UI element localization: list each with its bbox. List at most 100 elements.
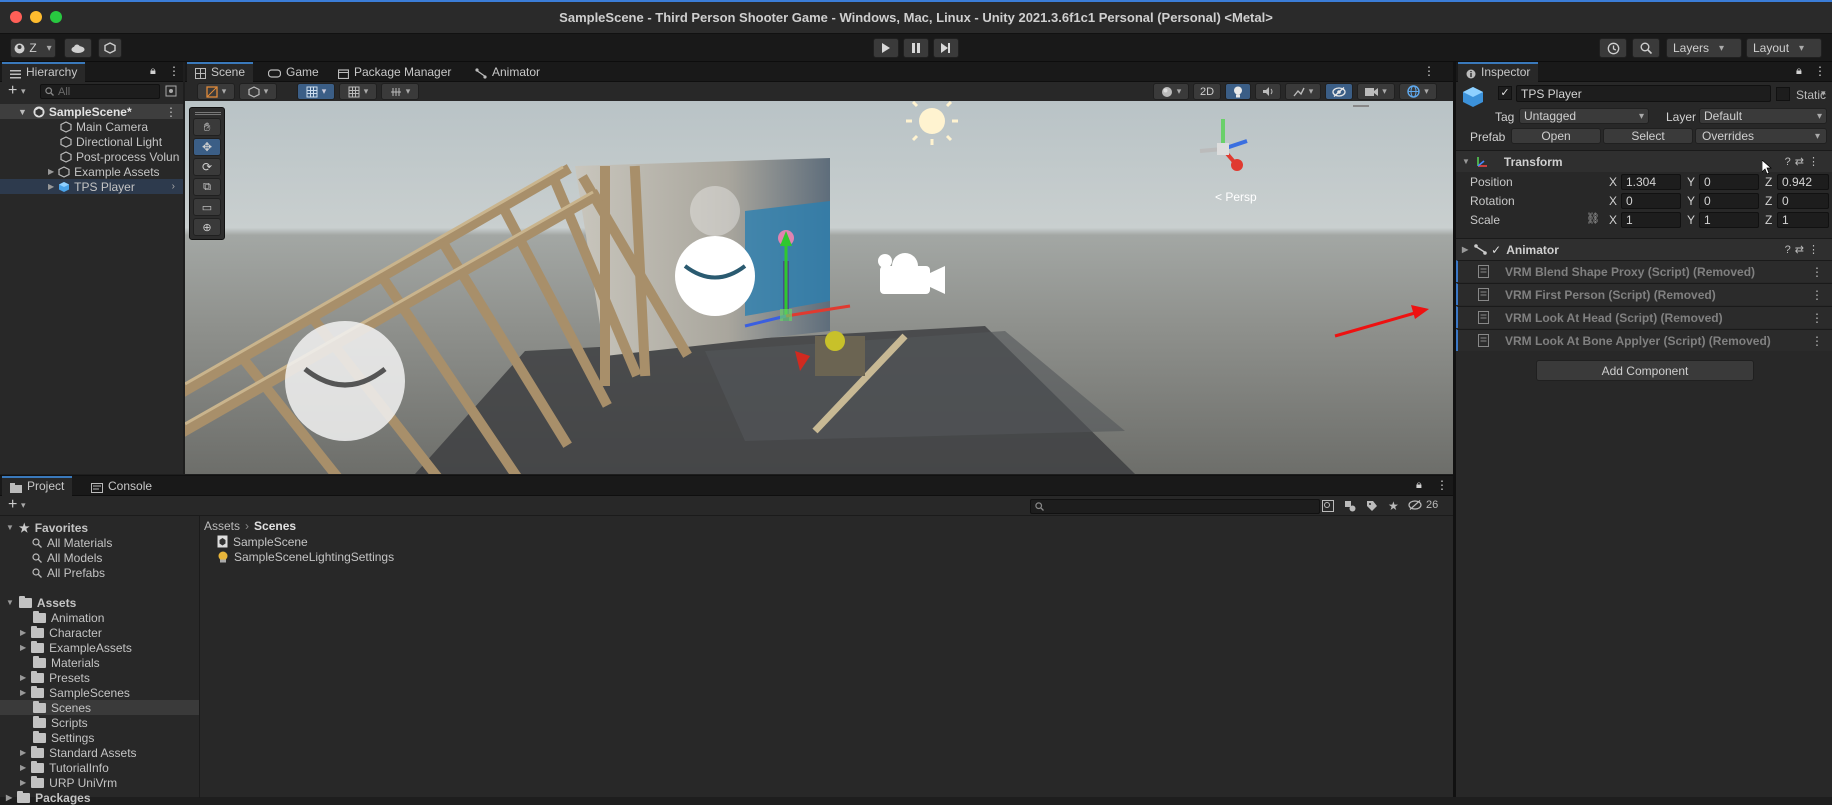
add-icon[interactable]: + bbox=[8, 496, 17, 514]
scale-z-label[interactable]: Z bbox=[1765, 213, 1772, 227]
breadcrumb-root[interactable]: Assets bbox=[204, 519, 240, 533]
expand-arrow-icon[interactable]: ▶ bbox=[20, 748, 26, 757]
prefab-select-button[interactable]: Select bbox=[1603, 128, 1693, 144]
drag-handle[interactable] bbox=[195, 112, 221, 115]
hierarchy-item[interactable]: Post-process Volun bbox=[60, 149, 179, 164]
rotation-x-field[interactable]: 0 bbox=[1621, 193, 1681, 209]
removed-component[interactable]: VRM First Person (Script) (Removed) ⋮ bbox=[1456, 283, 1832, 305]
position-z-label[interactable]: Z bbox=[1765, 175, 1772, 189]
audio-toggle[interactable] bbox=[1255, 83, 1281, 100]
grid-snap-toggle[interactable]: ▾ bbox=[297, 83, 335, 100]
object-name-field[interactable]: TPS Player bbox=[1516, 85, 1771, 102]
scene-viewport[interactable]: < Persp ✋︎ ✥ ⟳ ⧉ ▭ ⊕ bbox=[185, 101, 1453, 474]
rotation-y-field[interactable]: 0 bbox=[1699, 193, 1759, 209]
eye-slash-icon[interactable] bbox=[1408, 500, 1422, 510]
expand-arrow-icon[interactable]: ▶ bbox=[1462, 245, 1468, 254]
add-icon[interactable]: + bbox=[8, 82, 17, 100]
position-x-field[interactable]: 1.304 bbox=[1621, 174, 1681, 190]
rotation-x-label[interactable]: X bbox=[1609, 194, 1617, 208]
hierarchy-item-selected[interactable]: ▶ TPS Player › bbox=[0, 179, 183, 194]
lock-icon[interactable]: 🔒︎ bbox=[1796, 65, 1802, 78]
more-icon[interactable]: ⋮ bbox=[1811, 334, 1823, 348]
more-icon[interactable]: ⋮ bbox=[168, 64, 180, 78]
rotation-y-label[interactable]: Y bbox=[1687, 194, 1695, 208]
rotate-tool-button[interactable]: ⟳ bbox=[193, 158, 221, 176]
expand-arrow-icon[interactable]: ▶ bbox=[20, 643, 26, 652]
tab-scene[interactable]: Scene bbox=[187, 62, 254, 82]
position-z-field[interactable]: 0.942 bbox=[1777, 174, 1829, 190]
chevron-down-icon[interactable]: ▾ bbox=[21, 500, 26, 511]
play-button[interactable] bbox=[873, 38, 899, 58]
expand-arrow-icon[interactable]: ▶ bbox=[20, 628, 26, 637]
more-icon[interactable]: ⋮ bbox=[1811, 265, 1823, 279]
active-checkbox[interactable]: ✓ bbox=[1498, 86, 1512, 100]
lock-icon[interactable]: 🔒︎ bbox=[1416, 479, 1422, 492]
project-search-input[interactable] bbox=[1030, 499, 1320, 514]
component-actions[interactable]: ?⇄⋮ bbox=[1785, 243, 1823, 256]
animator-enabled-checkbox[interactable]: ✓ bbox=[1491, 243, 1501, 257]
file-item[interactable]: SampleSceneLightingSettings bbox=[217, 549, 394, 564]
history-button[interactable] bbox=[1599, 38, 1627, 58]
folder-item[interactable]: ▶ URP UniVrm bbox=[20, 775, 117, 790]
folder-item[interactable]: ▶ SampleScenes bbox=[20, 685, 130, 700]
pause-button[interactable] bbox=[903, 38, 929, 58]
folder-item-selected[interactable]: Scenes bbox=[0, 700, 199, 715]
folder-item[interactable]: ▶ ExampleAssets bbox=[20, 640, 132, 655]
tag-dropdown[interactable]: Untagged bbox=[1519, 108, 1649, 124]
lighting-mode-dropdown[interactable]: ▾ bbox=[1153, 83, 1189, 100]
folder-item[interactable]: Materials bbox=[33, 655, 100, 670]
hierarchy-item[interactable]: ▶ Example Assets bbox=[48, 164, 160, 179]
camera-settings-dropdown[interactable]: ▾ bbox=[1357, 83, 1395, 100]
favorites-row[interactable]: ▼ ★ Favorites bbox=[6, 520, 88, 535]
draw-mode-dropdown[interactable]: ▾ bbox=[197, 83, 235, 100]
expand-arrow-icon[interactable]: ▶ bbox=[6, 793, 12, 802]
assets-row[interactable]: ▼ Assets bbox=[6, 595, 76, 610]
folder-item[interactable]: ▶ TutorialInfo bbox=[20, 760, 109, 775]
link-icon[interactable]: ⛓︎ bbox=[1586, 212, 1600, 225]
more-icon[interactable]: ⋮ bbox=[1811, 311, 1823, 325]
position-y-label[interactable]: Y bbox=[1687, 175, 1695, 189]
hierarchy-item[interactable]: Main Camera bbox=[60, 119, 148, 134]
tab-inspector[interactable]: Inspector bbox=[1458, 62, 1539, 82]
increment-snap-dropdown[interactable]: ▾ bbox=[381, 83, 419, 100]
hierarchy-search-input[interactable]: All bbox=[40, 84, 160, 99]
static-checkbox[interactable] bbox=[1776, 87, 1790, 101]
chevron-down-icon[interactable]: ▾ bbox=[1821, 88, 1826, 99]
scene-visibility-icon[interactable] bbox=[165, 85, 177, 97]
search-button[interactable] bbox=[1632, 38, 1660, 58]
folder-item[interactable]: Animation bbox=[33, 610, 104, 625]
removed-component[interactable]: VRM Look At Bone Applyer (Script) (Remov… bbox=[1456, 329, 1832, 351]
layout-dropdown[interactable]: Layout bbox=[1746, 38, 1822, 58]
folder-item[interactable]: Scripts bbox=[33, 715, 88, 730]
scale-tool-button[interactable]: ⧉ bbox=[193, 178, 221, 196]
chevron-right-icon[interactable]: › bbox=[172, 181, 175, 192]
expand-arrow-icon[interactable]: ▼ bbox=[1462, 157, 1470, 166]
hand-tool-button[interactable]: ✋︎ bbox=[193, 118, 221, 136]
gizmos-dropdown[interactable]: ▾ bbox=[1399, 83, 1437, 100]
search-by-type-icon[interactable] bbox=[1322, 500, 1334, 512]
scale-x-label[interactable]: X bbox=[1609, 213, 1617, 227]
more-icon[interactable]: ⋮ bbox=[1811, 288, 1823, 302]
move-tool-button[interactable]: ✥ bbox=[193, 138, 221, 156]
expand-arrow-icon[interactable]: ▼ bbox=[18, 107, 27, 117]
expand-arrow-icon[interactable]: ▶ bbox=[20, 763, 26, 772]
expand-arrow-icon[interactable]: ▼ bbox=[6, 523, 14, 532]
more-icon[interactable]: ⋮ bbox=[1814, 64, 1826, 78]
more-icon[interactable]: ⋮ bbox=[1436, 478, 1448, 492]
lighting-toggle[interactable] bbox=[1225, 83, 1251, 100]
layer-dropdown[interactable]: Default bbox=[1699, 108, 1827, 124]
breadcrumb-current[interactable]: Scenes bbox=[254, 519, 296, 533]
tag-icon[interactable] bbox=[1366, 500, 1378, 512]
transform-tool-button[interactable]: ⊕ bbox=[193, 218, 221, 236]
prefab-open-button[interactable]: Open bbox=[1511, 128, 1601, 144]
rotation-z-label[interactable]: Z bbox=[1765, 194, 1772, 208]
effects-dropdown[interactable]: ▾ bbox=[1285, 83, 1321, 100]
hierarchy-item[interactable]: Directional Light bbox=[60, 134, 162, 149]
animator-header[interactable]: ▶ ✓ Animator ?⇄⋮ bbox=[1456, 238, 1832, 260]
removed-component[interactable]: VRM Look At Head (Script) (Removed) ⋮ bbox=[1456, 306, 1832, 328]
search-by-label-icon[interactable] bbox=[1344, 500, 1356, 512]
prefab-overrides-dropdown[interactable]: Overrides bbox=[1695, 128, 1827, 144]
file-item[interactable]: SampleScene bbox=[217, 534, 308, 549]
expand-arrow-icon[interactable]: ▶ bbox=[20, 673, 26, 682]
favorite-item[interactable]: All Models bbox=[32, 550, 102, 565]
